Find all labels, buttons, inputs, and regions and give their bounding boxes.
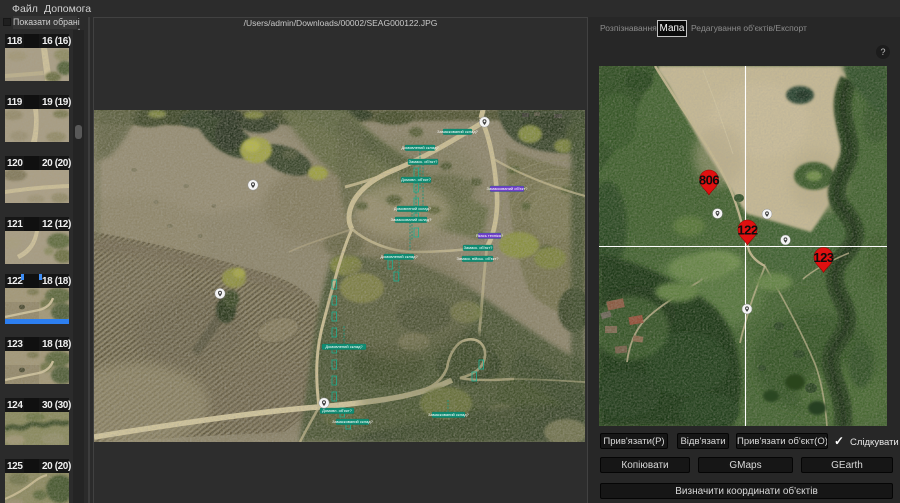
svg-text:Замаск. об'єкт?: Замаск. об'єкт? bbox=[464, 245, 494, 250]
svg-text:Домовлений склад?: Домовлений склад? bbox=[401, 145, 439, 150]
svg-text:Замаскований склад?: Замаскований склад? bbox=[428, 412, 469, 417]
svg-text:Якась техніка?: Якась техніка? bbox=[476, 233, 504, 238]
svg-text:806: 806 bbox=[699, 173, 719, 188]
svg-text:Домовл. об'єкт?: Домовл. об'єкт? bbox=[322, 408, 352, 413]
svg-text:Замаскований склад?: Замаскований склад? bbox=[391, 217, 432, 222]
svg-text:Замаскований склад?: Замаскований склад? bbox=[332, 419, 373, 424]
svg-text:Замаскований склад?: Замаскований склад? bbox=[437, 129, 478, 134]
svg-text:Домовл. об'єкт?: Домовл. об'єкт? bbox=[401, 177, 431, 182]
svg-text:Домовлений склад?: Домовлений склад? bbox=[325, 344, 363, 349]
svg-text:123: 123 bbox=[813, 250, 833, 265]
svg-text:Домовлений склад?: Домовлений склад? bbox=[394, 206, 432, 211]
svg-text:Домовлений склад?: Домовлений склад? bbox=[380, 254, 418, 259]
svg-text:122: 122 bbox=[737, 223, 757, 238]
svg-text:Замаск. об'єкт?: Замаск. об'єкт? bbox=[409, 159, 439, 164]
svg-text:Замаскований об'єкт?: Замаскований об'єкт? bbox=[487, 186, 529, 191]
svg-text:Замаск. військ. об'єкт?: Замаск. військ. об'єкт? bbox=[456, 256, 499, 261]
